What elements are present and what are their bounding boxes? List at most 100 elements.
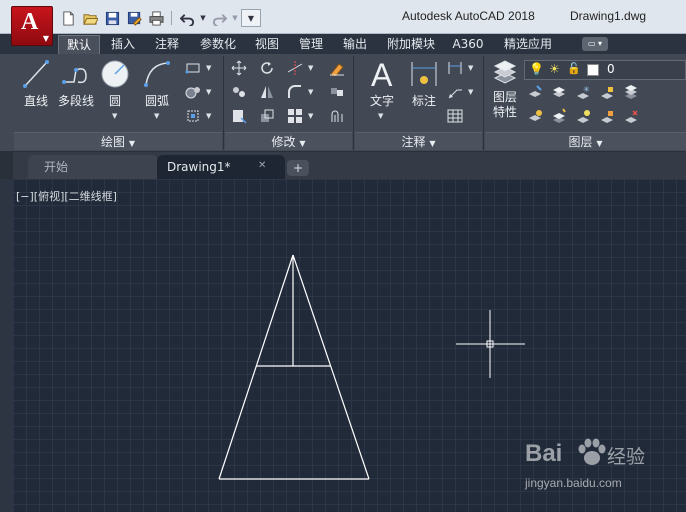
polyline-icon	[62, 68, 87, 84]
linear-dimension-icon[interactable]	[446, 60, 464, 76]
triangle-left-edge	[218, 254, 294, 480]
new-tab-button[interactable]: +	[287, 160, 309, 176]
dimension-tool[interactable]: 标注	[406, 58, 442, 109]
boundary-icon[interactable]	[184, 108, 202, 124]
table-icon[interactable]	[446, 108, 464, 124]
array-icon[interactable]	[286, 108, 304, 124]
undo-icon[interactable]	[177, 9, 197, 27]
annotation-panel-title[interactable]: 注释 ▼	[355, 132, 482, 150]
chevron-down-icon[interactable]: ▼	[206, 64, 211, 72]
redo-icon[interactable]	[209, 9, 229, 27]
rectangle-icon[interactable]	[184, 60, 202, 76]
redo-dropdown-icon[interactable]: ▼	[231, 9, 239, 27]
tab-manage[interactable]: 管理	[292, 35, 330, 54]
chevron-down-icon[interactable]: ▼	[468, 64, 473, 72]
arc-dropdown-icon[interactable]: ▼	[154, 112, 159, 120]
chevron-down-icon[interactable]: ▼	[378, 112, 383, 120]
line-icon	[23, 60, 49, 88]
layer-dropdown[interactable]: 💡 ☀ 🔓 0	[524, 60, 686, 80]
chevron-down-icon: ▼	[42, 34, 49, 43]
mirror-icon[interactable]	[258, 84, 276, 100]
modify-panel-title[interactable]: 修改 ▼	[225, 132, 352, 150]
layer-color-swatch	[587, 64, 599, 76]
erase-icon[interactable]	[328, 60, 346, 76]
panel-divider	[353, 56, 354, 150]
dimension-icon	[411, 62, 437, 86]
text-tool[interactable]: A 文字	[364, 56, 400, 109]
ribbon-display-toggle[interactable]: ▭ ▾	[582, 37, 608, 51]
chevron-down-icon[interactable]: ▼	[468, 88, 473, 96]
tab-addins[interactable]: 附加模块	[381, 35, 441, 54]
draw-panel-label: 绘图	[101, 135, 126, 149]
layer-isolate-icon[interactable]	[550, 84, 568, 100]
undo-dropdown-icon[interactable]: ▼	[199, 9, 207, 27]
move-icon[interactable]	[230, 60, 248, 76]
trim-icon[interactable]	[286, 60, 304, 76]
layer-match-icon[interactable]	[550, 108, 568, 124]
tab-insert[interactable]: 插入	[104, 35, 142, 54]
layer-unlock-icon[interactable]	[598, 108, 616, 124]
application-menu-button[interactable]: A ▼	[11, 6, 53, 46]
stretch-icon[interactable]	[230, 108, 248, 124]
close-icon[interactable]: ✕	[258, 160, 266, 171]
layer-delete-icon[interactable]	[622, 108, 640, 124]
layers-panel-label: 图层	[568, 135, 593, 149]
make-current-icon[interactable]	[526, 108, 544, 124]
plot-icon[interactable]	[146, 9, 166, 27]
file-tab-left-strip	[0, 152, 13, 179]
explode-icon[interactable]	[328, 84, 346, 100]
copy-icon[interactable]	[230, 84, 248, 100]
offset-icon[interactable]	[328, 108, 346, 124]
tab-output[interactable]: 输出	[336, 35, 374, 54]
paw-icon	[578, 438, 606, 465]
arc-icon	[144, 61, 170, 87]
tab-parametric[interactable]: 参数化	[193, 35, 243, 54]
dimension-tool-label: 标注	[411, 94, 436, 108]
sun-icon: ☀	[549, 62, 560, 76]
hatch-icon[interactable]	[184, 84, 202, 100]
panel-divider	[483, 56, 484, 150]
annotation-panel-label: 注释	[401, 135, 426, 149]
layers-icon	[493, 60, 517, 84]
save-as-icon[interactable]	[124, 9, 144, 27]
chevron-down-icon[interactable]: ▼	[206, 88, 211, 96]
chevron-down-icon[interactable]: ▼	[308, 112, 313, 120]
scale-icon[interactable]	[258, 108, 276, 124]
layer-off-icon[interactable]	[526, 84, 544, 100]
layer-properties-label-2: 特性	[492, 105, 517, 119]
leader-icon[interactable]	[446, 84, 464, 100]
layer-freeze-icon[interactable]: ✳	[574, 84, 592, 100]
chevron-down-icon[interactable]: ▼	[308, 88, 313, 96]
new-icon[interactable]	[58, 9, 78, 27]
start-tab[interactable]: 开始	[28, 155, 158, 179]
tab-a360[interactable]: A360	[448, 35, 488, 54]
save-icon[interactable]	[102, 9, 122, 27]
polyline-tool-label: 多段线	[57, 94, 94, 108]
chevron-down-icon[interactable]: ▼	[308, 64, 313, 72]
rotate-icon[interactable]	[258, 60, 276, 76]
tab-view[interactable]: 视图	[249, 35, 285, 54]
layer-lock-icon[interactable]	[598, 84, 616, 100]
tab-home[interactable]: 默认	[58, 35, 100, 54]
svg-text:✳: ✳	[583, 85, 590, 94]
svg-text:A: A	[371, 57, 393, 90]
customize-icon[interactable]: ▼	[241, 9, 261, 27]
layers-panel-title[interactable]: 图层 ▼	[485, 132, 686, 150]
circle-tool[interactable]: 圆	[98, 58, 132, 109]
arc-tool-label: 圆弧	[144, 94, 169, 108]
fillet-icon[interactable]	[286, 84, 304, 100]
autocad-logo-icon: A	[21, 9, 39, 35]
open-icon[interactable]	[80, 9, 100, 27]
layer-properties-tool[interactable]: 图层 特性	[488, 58, 522, 120]
layer-states-icon[interactable]	[622, 84, 640, 100]
line-tool[interactable]: 直线	[18, 58, 54, 109]
circle-dropdown-icon[interactable]: ▼	[112, 112, 117, 120]
chevron-down-icon[interactable]: ▼	[206, 112, 211, 120]
layer-thaw-icon[interactable]	[574, 108, 592, 124]
tab-annotate[interactable]: 注释	[147, 35, 187, 54]
arc-tool[interactable]: 圆弧	[138, 58, 176, 109]
polyline-tool[interactable]: 多段线	[55, 58, 97, 109]
draw-panel-title[interactable]: 绘图 ▼	[14, 132, 222, 150]
tab-featured-apps[interactable]: 精选应用	[496, 35, 560, 54]
ribbon-tab-bar: 默认 插入 注释 参数化 视图 管理 输出 附加模块 A360 精选应用 ▭ ▾	[0, 34, 686, 54]
